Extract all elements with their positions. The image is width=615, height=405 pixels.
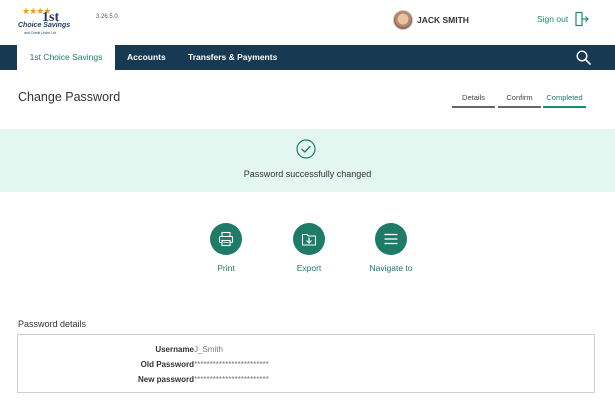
check-circle-icon xyxy=(296,139,316,159)
printer-icon xyxy=(218,231,234,247)
user-profile[interactable]: JACK SMITH xyxy=(393,9,469,31)
app-header: ★★★★ 1st Choice Savings and Credit Union… xyxy=(0,0,615,44)
step-confirm-bar xyxy=(498,106,541,108)
detail-label: Old Password xyxy=(140,360,194,369)
details-panel: Username J_Smith Old Password **********… xyxy=(17,334,595,393)
step-details-bar xyxy=(452,106,495,108)
details-title: Password details xyxy=(18,319,87,329)
logo[interactable]: ★★★★ 1st Choice Savings and Credit Union… xyxy=(16,6,80,38)
nav-item-transfers-payments[interactable]: Transfers & Payments xyxy=(188,45,277,70)
export-button[interactable] xyxy=(293,223,325,255)
nav-item-1st-choice-savings[interactable]: 1st Choice Savings xyxy=(17,45,115,70)
step-completed: Completed xyxy=(546,93,583,102)
logo-tagline: and Credit Union Ltd. xyxy=(24,31,58,35)
detail-row-new-password: New password ************************ xyxy=(18,375,596,387)
version-label: 3.26.5.0 xyxy=(96,14,118,20)
sign-out-icon xyxy=(575,11,590,27)
navigate-to-button[interactable] xyxy=(375,223,407,255)
detail-value: ************************ xyxy=(194,375,269,384)
print-label: Print xyxy=(217,263,235,273)
detail-row-old-password: Old Password ************************ xyxy=(18,360,596,372)
step-confirm: Confirm xyxy=(506,93,533,102)
detail-value: ************************ xyxy=(194,360,269,369)
print-action[interactable]: Print xyxy=(186,223,266,273)
menu-icon xyxy=(384,233,398,245)
main-nav: 1st Choice Savings Accounts Transfers & … xyxy=(0,45,615,70)
avatar xyxy=(393,10,413,30)
search-icon[interactable] xyxy=(576,50,591,65)
detail-row-username: Username J_Smith xyxy=(18,345,596,357)
export-label: Export xyxy=(296,263,322,273)
detail-label: New password xyxy=(137,375,194,384)
detail-value: J_Smith xyxy=(194,345,223,354)
user-name: JACK SMITH xyxy=(417,15,469,25)
export-action[interactable]: Export xyxy=(269,223,349,273)
detail-label: Username xyxy=(155,345,194,354)
sign-out-label: Sign out xyxy=(537,14,569,24)
step-details: Details xyxy=(462,93,485,102)
step-completed-bar xyxy=(543,106,586,108)
page-title: Change Password xyxy=(18,90,121,104)
success-banner: Password successfully changed xyxy=(0,129,615,192)
logo-name: Choice Savings xyxy=(18,22,71,29)
export-icon xyxy=(301,233,317,246)
nav-item-accounts[interactable]: Accounts xyxy=(127,45,166,70)
success-message: Password successfully changed xyxy=(243,169,372,179)
navigate-to-action[interactable]: Navigate to xyxy=(351,223,431,273)
sign-out-button[interactable]: Sign out xyxy=(537,11,590,27)
print-button[interactable] xyxy=(210,223,242,255)
navigate-to-label: Navigate to xyxy=(369,263,413,273)
